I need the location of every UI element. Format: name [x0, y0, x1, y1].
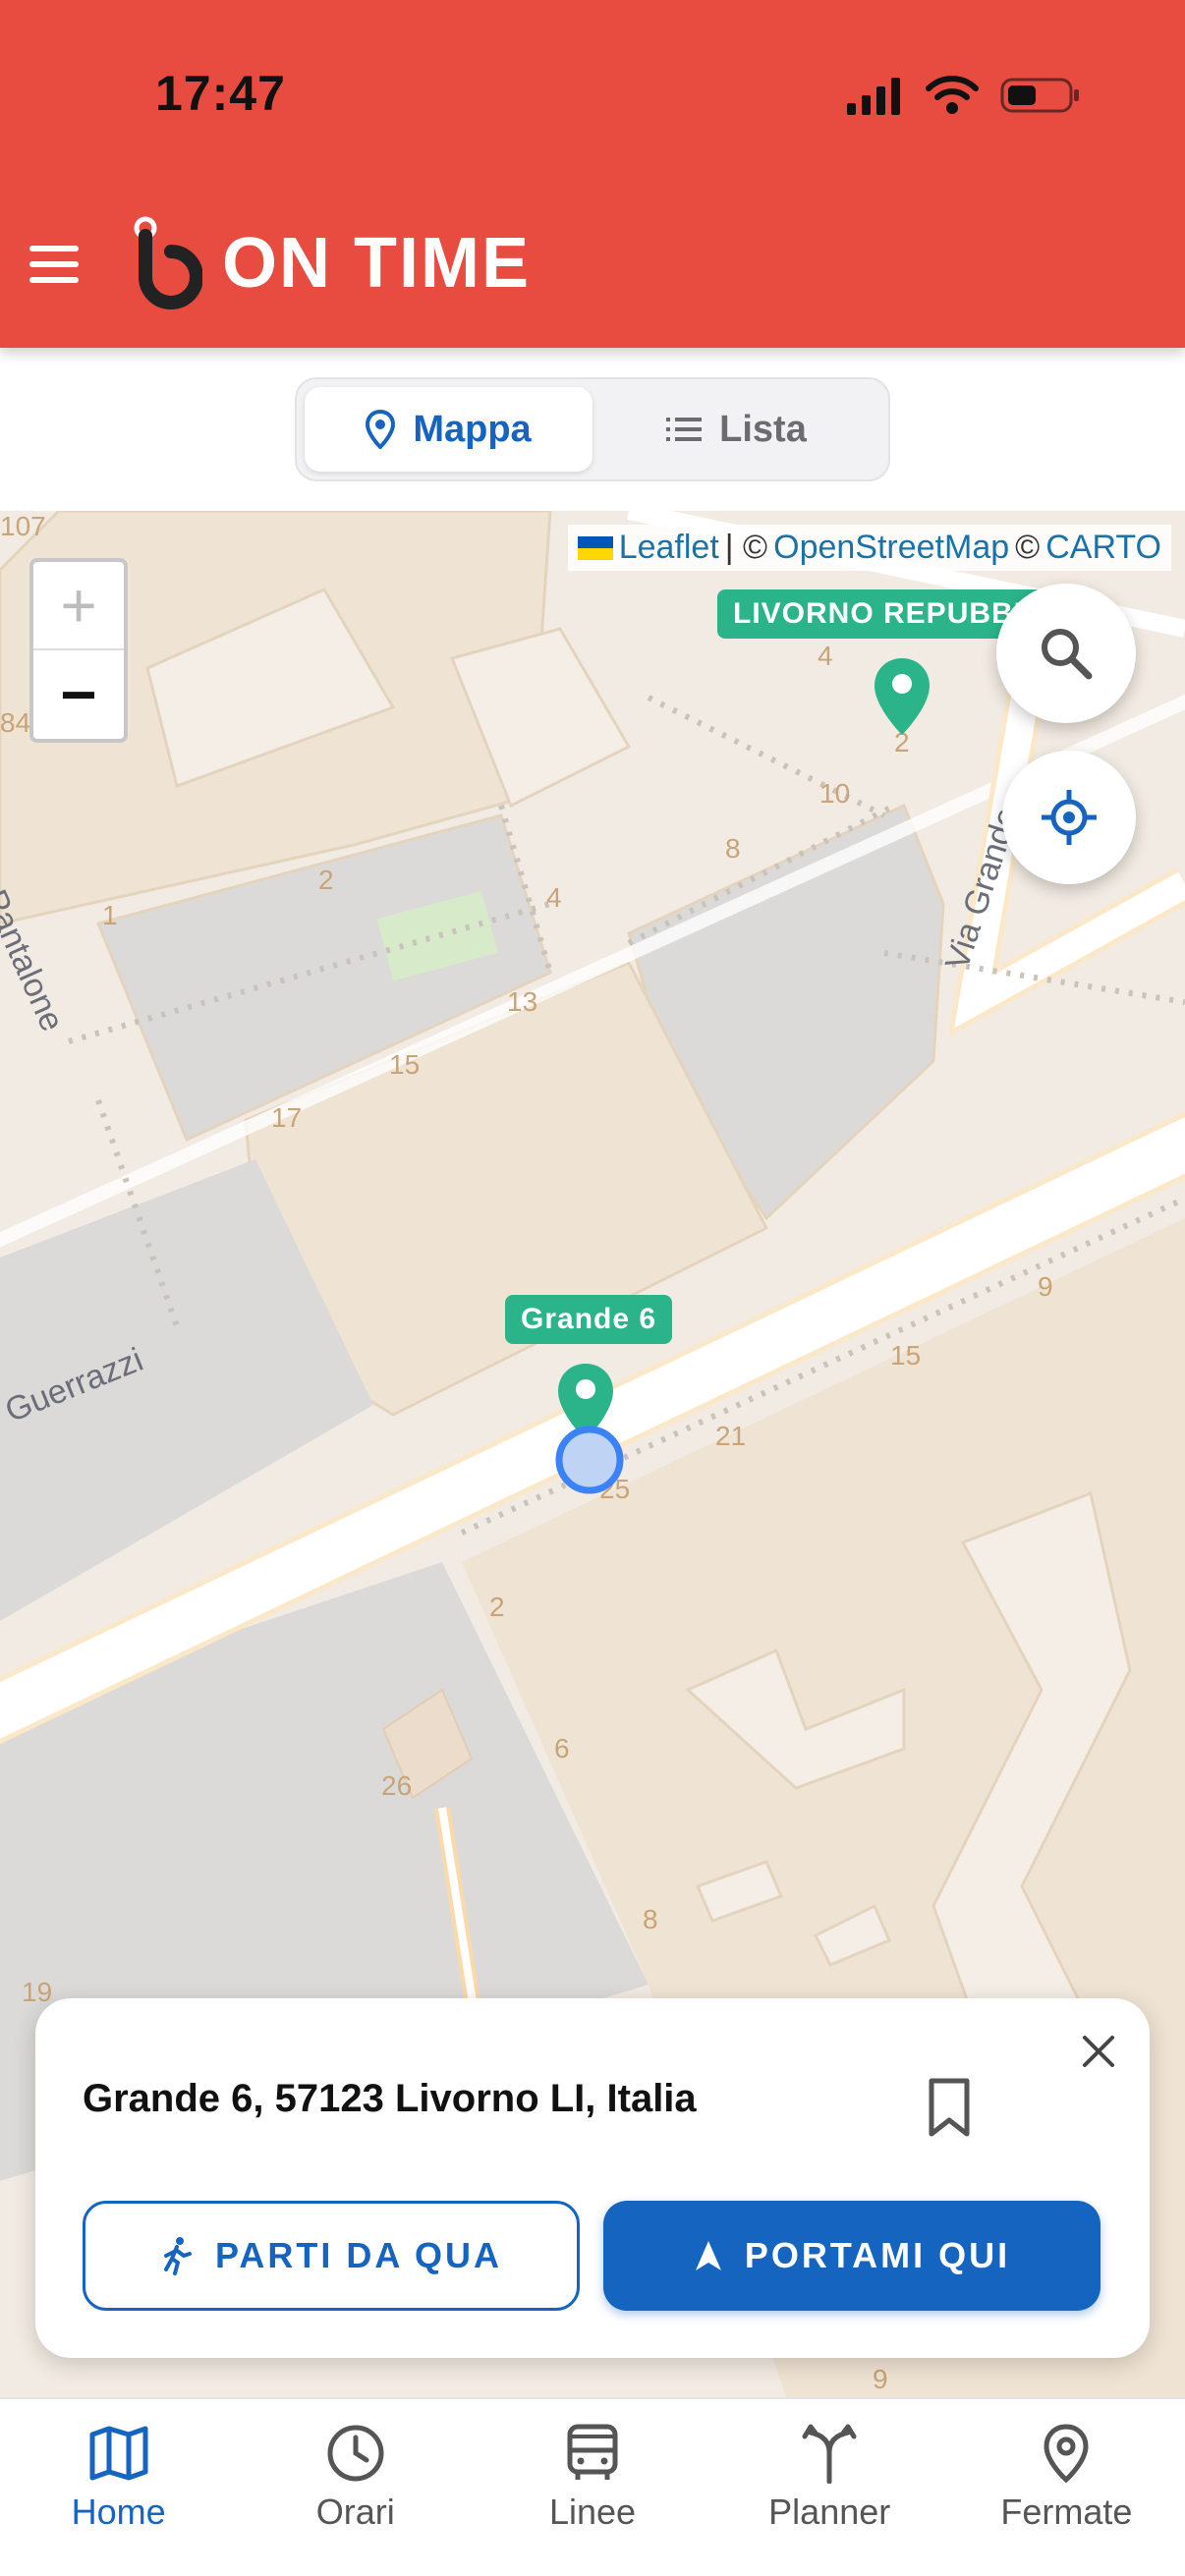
leaflet-link[interactable]: Leaflet — [619, 529, 719, 567]
start-from-here-button[interactable]: PARTI DA QUA — [83, 2201, 580, 2311]
logo-b-icon — [134, 216, 202, 309]
start-from-here-label: PARTI DA QUA — [215, 2235, 502, 2275]
nav-timetables[interactable]: Orari — [237, 2399, 474, 2576]
house-number: 21 — [715, 1421, 747, 1451]
house-number: 6 — [554, 1733, 570, 1764]
nav-home-label: Home — [71, 2492, 166, 2532]
nav-stops-label: Fermate — [1000, 2492, 1133, 2532]
map-search-button[interactable] — [996, 584, 1136, 723]
house-number: 15 — [389, 1049, 421, 1080]
house-number: 8 — [725, 833, 741, 864]
navigation-arrow-icon — [695, 2241, 721, 2270]
nav-home[interactable]: Home — [0, 2399, 237, 2576]
nav-timetables-label: Orari — [315, 2492, 395, 2532]
map-icon — [89, 2426, 148, 2481]
wifi-icon — [926, 76, 979, 114]
house-number: 107 — [0, 511, 46, 541]
bookmark-button[interactable] — [920, 2077, 979, 2140]
house-number: 2 — [318, 865, 334, 895]
zoom-control: + − — [29, 558, 128, 743]
house-number: 1 — [102, 900, 118, 930]
nav-lines-label: Linee — [548, 2492, 637, 2532]
house-number: 13 — [507, 986, 538, 1017]
stop-pin-icon[interactable] — [873, 656, 931, 737]
app-header: 17:47 ON TIME — [0, 0, 1185, 348]
tab-list-label: Lista — [719, 408, 807, 450]
tab-map-label: Mappa — [413, 408, 532, 450]
house-number: 10 — [819, 778, 851, 809]
house-number: 4 — [818, 641, 833, 671]
house-number: 15 — [890, 1340, 922, 1371]
bottom-nav: Home Orari Linee Planner Fermate — [0, 2397, 1185, 2576]
locate-me-button[interactable] — [1002, 751, 1136, 884]
stop-label-grande-6[interactable]: Grande 6 — [505, 1295, 673, 1344]
status-time: 17:47 — [155, 66, 286, 121]
attribution-separator-2: © — [1015, 529, 1041, 566]
hamburger-icon — [29, 246, 79, 283]
list-icon — [666, 418, 703, 441]
house-number: 9 — [1038, 1271, 1053, 1302]
bookmark-icon — [929, 2078, 970, 2137]
route-split-icon — [802, 2424, 857, 2484]
take-me-here-label: PORTAMI QUI — [744, 2235, 1011, 2275]
view-toggle: Mappa Lista — [295, 377, 890, 481]
house-number: 26 — [381, 1770, 413, 1801]
search-icon — [1042, 629, 1093, 680]
house-number: 2 — [489, 1592, 505, 1622]
app-name: ON TIME — [222, 224, 531, 303]
ukraine-flag-icon — [577, 535, 613, 560]
carto-link[interactable]: CARTO — [1045, 529, 1161, 567]
bus-icon — [567, 2424, 618, 2480]
current-location-icon — [555, 1426, 624, 1494]
nav-planner[interactable]: Planner — [711, 2399, 948, 2576]
house-number: 9 — [873, 2364, 888, 2394]
house-number: 84 — [0, 707, 31, 738]
signal-icon — [847, 78, 900, 115]
location-pin-icon — [1044, 2424, 1089, 2484]
nav-lines[interactable]: Linee — [474, 2399, 710, 2576]
osm-link[interactable]: OpenStreetMap — [773, 529, 1009, 567]
location-pin-icon — [366, 410, 396, 449]
walking-icon — [164, 2237, 192, 2275]
battery-icon — [1000, 78, 1079, 113]
map-attribution: Leaflet | © OpenStreetMap © CARTO — [567, 525, 1171, 571]
close-card-button[interactable] — [1077, 2030, 1120, 2073]
app-logo: ON TIME — [132, 214, 531, 312]
nav-stops[interactable]: Fermate — [948, 2399, 1185, 2576]
zoom-in-button[interactable]: + — [33, 562, 124, 650]
clock-icon — [327, 2425, 384, 2482]
attribution-separator: | © — [724, 529, 768, 566]
take-me-here-button[interactable]: PORTAMI QUI — [603, 2201, 1100, 2311]
crosshair-icon — [1042, 790, 1097, 845]
house-number: 8 — [643, 1904, 658, 1934]
place-card: Grande 6, 57123 Livorno LI, Italia PARTI… — [35, 1998, 1150, 2358]
house-number: 17 — [271, 1102, 303, 1133]
house-number: 4 — [546, 882, 562, 913]
place-address: Grande 6, 57123 Livorno LI, Italia — [83, 2077, 697, 2120]
house-number: 19 — [22, 1977, 53, 2007]
status-icons — [845, 71, 1081, 120]
tab-map[interactable]: Mappa — [305, 387, 592, 472]
zoom-out-button[interactable]: − — [33, 650, 124, 739]
tab-list[interactable]: Lista — [592, 387, 880, 472]
nav-planner-label: Planner — [768, 2492, 891, 2532]
menu-button[interactable] — [28, 244, 85, 287]
close-icon — [1083, 2036, 1114, 2067]
